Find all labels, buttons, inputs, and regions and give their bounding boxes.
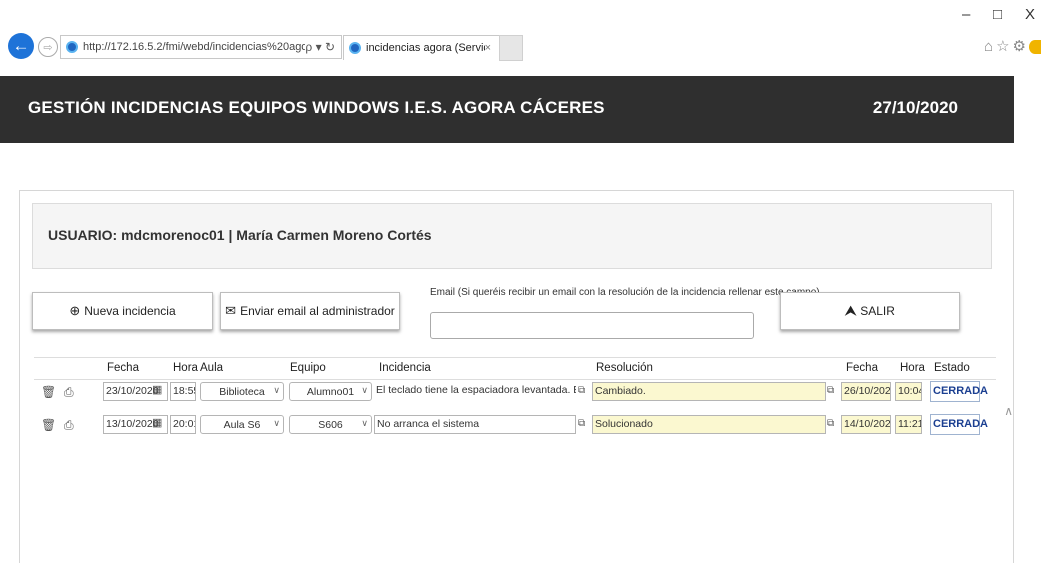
address-bar[interactable]: http://172.16.5.2/fmi/webd/incidencias%2… bbox=[60, 35, 342, 59]
back-arrow-icon[interactable]: ← bbox=[8, 33, 34, 59]
feedback-smile-icon[interactable] bbox=[1029, 40, 1041, 55]
chevron-down-icon: ∨ bbox=[273, 418, 280, 428]
copy-icon[interactable]: ⧉ bbox=[578, 418, 585, 429]
hora-resolucion-field[interactable]: 10:04 bbox=[895, 382, 922, 401]
equipo-select[interactable]: Alumno01 ∨ bbox=[289, 382, 372, 401]
browser-tab[interactable]: incidencias agora (Servidor) × bbox=[343, 35, 500, 60]
chevron-down-icon: ∨ bbox=[273, 385, 280, 395]
hora-field[interactable]: 20:01 bbox=[170, 415, 196, 434]
user-info-box: USUARIO: mdcmorenoc01 | María Carmen Mor… bbox=[32, 203, 992, 269]
envelope-icon: ✉ bbox=[225, 303, 237, 318]
table-header: Fecha Hora Aula Equipo Incidencia Resolu… bbox=[34, 357, 996, 380]
home-icon[interactable]: ⌂ bbox=[984, 38, 996, 55]
col-aula: Aula bbox=[200, 362, 224, 374]
equipo-value: S606 bbox=[318, 419, 343, 431]
calendar-icon[interactable]: ▦ bbox=[152, 416, 162, 429]
col-equipo: Equipo bbox=[290, 362, 326, 374]
tab-title: incidencias agora (Servidor) bbox=[366, 42, 485, 54]
resolucion-field[interactable]: Cambiado. bbox=[592, 382, 826, 401]
new-incident-label: Nueva incidencia bbox=[84, 304, 176, 318]
col-fecha-resolucion: Fecha bbox=[846, 362, 878, 374]
search-refresh-icon[interactable]: ρ ▾ ↻ bbox=[305, 40, 335, 54]
chevron-down-icon: ∨ bbox=[361, 418, 368, 428]
exit-label: SALIR bbox=[860, 304, 895, 318]
close-window-button[interactable]: X bbox=[1025, 6, 1035, 23]
main-panel: USUARIO: mdcmorenoc01 | María Carmen Mor… bbox=[19, 190, 1014, 563]
new-incident-button[interactable]: ⊕ Nueva incidencia bbox=[32, 292, 213, 330]
site-favicon-icon bbox=[66, 41, 78, 53]
hora-field[interactable]: 18:55 bbox=[170, 382, 196, 401]
email-field-label: Email (Si queréis recibir un email con l… bbox=[430, 287, 820, 298]
copy-icon[interactable]: ⧉ bbox=[827, 385, 834, 396]
tab-favicon-icon bbox=[349, 42, 361, 54]
page-title: GESTIÓN INCIDENCIAS EQUIPOS WINDOWS I.E.… bbox=[28, 98, 605, 117]
copy-icon[interactable]: ⧉ bbox=[827, 418, 834, 429]
col-hora: Hora bbox=[173, 362, 198, 374]
app-header: GESTIÓN INCIDENCIAS EQUIPOS WINDOWS I.E.… bbox=[0, 76, 1014, 143]
aula-select[interactable]: Aula S6 ∨ bbox=[200, 415, 284, 434]
equipo-select[interactable]: S606 ∨ bbox=[289, 415, 372, 434]
plus-circle-icon: ⊕ bbox=[69, 303, 81, 318]
favorites-star-icon[interactable]: ☆ bbox=[996, 38, 1012, 55]
hora-resolucion-field[interactable]: 11:21 bbox=[895, 415, 922, 434]
table-row: 🗑 ⎙ 23/10/2020 ▦ 18:55 Biblioteca∨ Alumn… bbox=[34, 380, 996, 404]
delete-icon[interactable]: 🗑 bbox=[41, 385, 56, 399]
upload-exit-icon: ⮝ bbox=[845, 303, 857, 318]
browser-chrome: – □ X ← ⇨ http://172.16.5.2/fmi/webd/inc… bbox=[0, 0, 1041, 72]
exit-button[interactable]: ⮝ SALIR bbox=[780, 292, 960, 330]
col-resolucion: Resolución bbox=[596, 362, 653, 374]
fecha-resolucion-field[interactable]: 26/10/2020 bbox=[841, 382, 891, 401]
col-estado: Estado bbox=[934, 362, 970, 374]
maximize-button[interactable]: □ bbox=[993, 6, 1002, 23]
tab-close-icon[interactable]: × bbox=[485, 42, 491, 54]
col-hora-resolucion: Hora bbox=[900, 362, 925, 374]
send-email-label: Enviar email al administrador bbox=[240, 304, 395, 318]
chevron-down-icon: ∨ bbox=[361, 385, 368, 395]
incidencia-field[interactable]: El teclado tiene la espaciadora levantad… bbox=[374, 382, 576, 401]
print-icon[interactable]: ⎙ bbox=[64, 385, 74, 400]
delete-icon[interactable]: 🗑 bbox=[41, 418, 56, 432]
estado-status-badge[interactable]: CERRADA bbox=[930, 381, 988, 402]
calendar-icon[interactable]: ▦ bbox=[152, 383, 162, 396]
copy-icon[interactable]: ⧉ bbox=[578, 385, 585, 396]
aula-select[interactable]: Biblioteca ∨ bbox=[200, 382, 284, 401]
col-incidencia: Incidencia bbox=[379, 362, 431, 374]
scroll-up-icon[interactable]: ∧ bbox=[1004, 404, 1013, 418]
user-label: USUARIO: mdcmorenoc01 | María Carmen Mor… bbox=[48, 227, 432, 243]
col-fecha: Fecha bbox=[107, 362, 139, 374]
send-email-button[interactable]: ✉ Enviar email al administrador bbox=[220, 292, 400, 330]
incidencia-field[interactable]: No arranca el sistema bbox=[374, 415, 576, 434]
fecha-resolucion-field[interactable]: 14/10/2020 bbox=[841, 415, 891, 434]
minimize-button[interactable]: – bbox=[962, 6, 970, 23]
current-date: 27/10/2020 bbox=[872, 98, 958, 117]
browser-toolbar-icons: ⌂☆⚙ bbox=[984, 37, 1041, 55]
estado-status-badge[interactable]: CERRADA bbox=[930, 414, 988, 435]
equipo-value: Alumno01 bbox=[306, 386, 355, 398]
aula-value: Biblioteca bbox=[219, 386, 265, 398]
settings-gear-icon[interactable]: ⚙ bbox=[1013, 38, 1029, 55]
address-url: http://172.16.5.2/fmi/webd/incidencias%2… bbox=[83, 41, 306, 53]
new-tab-button[interactable] bbox=[499, 35, 523, 61]
aula-value: Aula S6 bbox=[223, 419, 261, 431]
print-icon[interactable]: ⎙ bbox=[64, 418, 74, 433]
resolucion-field[interactable]: Solucionado bbox=[592, 415, 826, 434]
forward-arrow-icon[interactable]: ⇨ bbox=[38, 37, 58, 57]
table-row: 🗑 ⎙ 13/10/2020 ▦ 20:01 Aula S6∨ S606∨ No… bbox=[34, 413, 996, 437]
email-field[interactable] bbox=[430, 312, 754, 339]
